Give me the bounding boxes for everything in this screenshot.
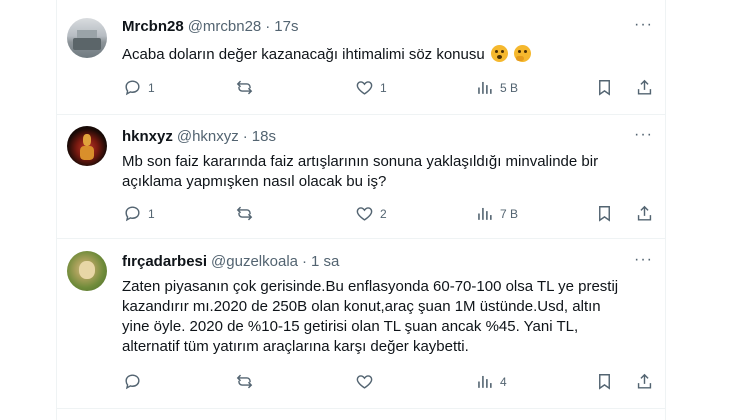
timeline-right-border <box>665 0 666 420</box>
tweet-actions: 4 <box>115 372 660 394</box>
tweet-header: hknxyz @hknxyz · 18s <box>122 128 276 145</box>
share-icon <box>637 373 652 389</box>
separator-dot: · <box>265 18 271 35</box>
tweet-text-line: Zaten piyasanın çok gerisinde.Bu enflasy… <box>122 278 619 295</box>
view-count: 5 B <box>500 80 519 95</box>
tweet-actions: 1 2 7 B <box>115 204 660 226</box>
separator-dot: · <box>302 253 307 270</box>
retweet-button[interactable] <box>235 372 260 391</box>
like-button[interactable]: 1 <box>355 78 387 97</box>
retweet-button[interactable] <box>235 78 260 97</box>
separator-dot: · <box>242 128 248 145</box>
share-icon <box>637 79 652 95</box>
like-button[interactable] <box>355 372 380 391</box>
user-handle[interactable]: @hknxyz <box>177 128 239 145</box>
heart-icon <box>356 207 373 221</box>
share-button[interactable] <box>635 78 654 97</box>
tweet-text: Zaten piyasanın çok gerisinde.Bu enflasy… <box>122 277 652 357</box>
more-options-icon[interactable]: ··· <box>634 126 653 144</box>
views-button[interactable]: 5 B <box>475 78 518 97</box>
view-count: 7 B <box>500 206 519 221</box>
analytics-icon <box>478 81 492 94</box>
display-name[interactable]: Mrcbn28 <box>122 18 184 35</box>
user-handle[interactable]: @guzelkoala <box>211 253 298 270</box>
tweet-text-line: yine öyle. 2020 de %10-15 getirisi olan … <box>122 318 579 335</box>
views-button[interactable]: 7 B <box>475 204 518 223</box>
heart-icon <box>356 375 373 389</box>
reply-icon <box>125 206 140 222</box>
like-button[interactable]: 2 <box>355 204 387 223</box>
tweet-header: Mrcbn28 @mrcbn28 · 17s <box>122 18 298 35</box>
share-icon <box>637 205 652 221</box>
tweet-actions: 1 1 5 B <box>115 78 660 100</box>
tweet-text-line: Acaba doların değer kazanacağı ihtimalim… <box>122 46 485 63</box>
more-options-icon[interactable]: ··· <box>634 251 653 269</box>
timestamp[interactable]: 18s <box>252 128 276 145</box>
more-options-icon[interactable]: ··· <box>634 16 653 34</box>
analytics-icon <box>478 375 492 388</box>
timestamp[interactable]: 17s <box>274 18 298 35</box>
retweet-icon <box>236 374 253 389</box>
retweet-button[interactable] <box>235 204 260 223</box>
heart-icon <box>356 81 373 95</box>
retweet-icon <box>236 206 253 221</box>
bookmark-button[interactable] <box>595 372 614 391</box>
reply-count: 1 <box>148 80 155 95</box>
thinking-face-emoji <box>514 45 532 62</box>
tweet-text: Mb son faiz kararında faiz artışlarının … <box>122 152 652 192</box>
view-count: 4 <box>500 374 507 389</box>
tweet-mrcbn28[interactable]: Mrcbn28 @mrcbn28 · 17s ··· Acaba doların… <box>57 0 665 115</box>
bookmark-button[interactable] <box>595 78 614 97</box>
tweet-text: Acaba doların değer kazanacağı ihtimalim… <box>122 45 652 65</box>
hushed-face-emoji <box>490 45 508 62</box>
retweet-icon <box>236 80 253 95</box>
analytics-icon <box>478 207 492 220</box>
display-name[interactable]: hknxyz <box>122 128 173 145</box>
reply-thread: Mrcbn28 @mrcbn28 · 17s ··· Acaba doların… <box>0 0 730 420</box>
share-button[interactable] <box>635 204 654 223</box>
tweet-text-line: açıklama yapmışken nasıl olacak bu iş? <box>122 173 387 190</box>
tweet-hknxyz[interactable]: hknxyz @hknxyz · 18s ··· Mb son faiz kar… <box>57 115 665 239</box>
reply-icon <box>125 80 140 96</box>
bookmark-icon <box>599 206 610 222</box>
tweet-text-line: kazandırır mı.2020 de 250B olan konut,ar… <box>122 298 601 315</box>
bookmark-icon <box>599 80 610 96</box>
tweet-text-line: alternatif tüm yatırım araçlarına karşı … <box>122 338 469 355</box>
display-name[interactable]: fırçadarbesi <box>122 253 207 270</box>
share-button[interactable] <box>635 372 654 391</box>
tweet-text-line: Mb son faiz kararında faiz artışlarının … <box>122 153 599 170</box>
reply-count: 1 <box>148 206 155 221</box>
reply-icon <box>125 374 140 390</box>
reply-button[interactable]: 1 <box>123 78 155 97</box>
tweet-guzelkoala[interactable]: fırçadarbesi @guzelkoala · 1 sa ··· Zate… <box>57 239 665 409</box>
bookmark-icon <box>599 374 610 390</box>
views-button[interactable]: 4 <box>475 372 507 391</box>
reply-button[interactable]: 1 <box>123 204 155 223</box>
user-handle[interactable]: @mrcbn28 <box>188 18 262 35</box>
reply-button[interactable] <box>123 372 148 391</box>
like-count: 1 <box>380 80 387 95</box>
tweet-header: fırçadarbesi @guzelkoala · 1 sa <box>122 253 339 270</box>
bookmark-button[interactable] <box>595 204 614 223</box>
like-count: 2 <box>380 206 387 221</box>
avatar-hknxyz[interactable] <box>67 126 107 166</box>
timestamp[interactable]: 1 sa <box>311 253 339 270</box>
avatar-mrcbn28[interactable] <box>67 18 107 58</box>
avatar-guzelkoala[interactable] <box>67 251 107 291</box>
